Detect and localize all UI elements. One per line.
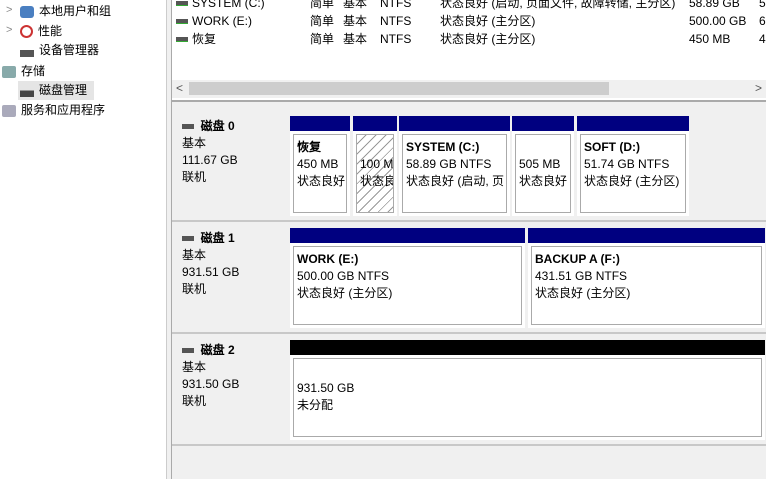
disk-name: 磁盘 0 xyxy=(200,119,235,133)
tree-item-device-manager[interactable]: 设备管理器 xyxy=(20,41,99,60)
partition[interactable]: BACKUP A (F:) 431.51 GB NTFS 状态良好 (主分区) xyxy=(528,228,765,328)
chevron-right-icon[interactable]: > xyxy=(6,4,12,16)
users-icon xyxy=(20,5,34,18)
disk-row: 磁盘 1 基本 931.51 GB 联机 WORK (E:) 500.00 GB… xyxy=(172,222,766,334)
partition[interactable]: SOFT (D:) 51.74 GB NTFS 状态良好 (主分区) xyxy=(577,116,689,216)
disk-icon xyxy=(182,124,194,130)
disk-graphical-view: 磁盘 0 基本 111.67 GB 联机 恢复 450 MB 状态良好 100 … xyxy=(172,100,766,479)
partition-header xyxy=(577,116,689,131)
partition-body: BACKUP A (F:) 431.51 GB NTFS 状态良好 (主分区) xyxy=(531,246,762,325)
partition-size: 58.89 GB NTFS xyxy=(406,157,492,171)
table-row[interactable]: SYSTEM (C:) 简单 基本 NTFS 状态良好 (启动, 页面文件, 故… xyxy=(172,0,766,12)
partition-status: 状态良好 (主分区) xyxy=(297,286,393,300)
partition-size: 505 MB xyxy=(519,157,561,171)
partition[interactable]: 100 MB 状态良好 xyxy=(353,116,397,216)
table-row[interactable]: WORK (E:) 简单 基本 NTFS 状态良好 (主分区) 500.00 G… xyxy=(172,12,766,30)
partition-body: 100 MB 状态良好 xyxy=(356,134,394,213)
partition-title: SOFT (D:) xyxy=(584,140,640,154)
drive-icon xyxy=(176,37,188,43)
partition-header xyxy=(512,116,574,131)
tree-item-performance[interactable]: 性能 xyxy=(20,22,62,41)
partition-body: 931.50 GB 未分配 xyxy=(293,358,762,437)
disk-size: 111.67 GB xyxy=(182,153,238,167)
performance-icon xyxy=(20,25,33,39)
partition-status: 状态良好 xyxy=(297,174,346,188)
tree-item-disk-management[interactable]: 磁盘管理 xyxy=(18,81,94,100)
disk-type: 基本 xyxy=(182,136,207,150)
partition-status: 状态良好 xyxy=(360,174,393,188)
partition-title xyxy=(297,363,758,380)
partition-body: SOFT (D:) 51.74 GB NTFS 状态良好 (主分区) xyxy=(580,134,686,213)
disk-label[interactable]: 磁盘 2 基本 931.50 GB 联机 xyxy=(182,342,239,410)
partition-header xyxy=(353,116,397,131)
partition-body: 505 MB 状态良好 xyxy=(515,134,571,213)
disk-icon xyxy=(182,348,194,354)
disk-type: 基本 xyxy=(182,360,207,374)
scrollbar-thumb[interactable] xyxy=(189,82,609,95)
device-manager-icon xyxy=(20,44,34,57)
partition-title: SYSTEM (C:) xyxy=(406,140,480,154)
drive-icon xyxy=(176,19,188,25)
partition-status: 状态良好 (主分区) xyxy=(535,286,631,300)
disk-row: 磁盘 0 基本 111.67 GB 联机 恢复 450 MB 状态良好 100 … xyxy=(172,110,766,222)
partition-header xyxy=(290,340,765,355)
partition-header xyxy=(528,228,765,243)
disk-label[interactable]: 磁盘 1 基本 931.51 GB 联机 xyxy=(182,230,239,298)
disk-icon xyxy=(182,236,194,242)
disk-type: 基本 xyxy=(182,248,207,262)
chevron-right-icon[interactable]: > xyxy=(6,24,12,36)
horizontal-scrollbar[interactable]: < > xyxy=(172,80,766,98)
navigation-tree: > 本地用户和组 > 性能 设备管理器 存储 磁盘管理 服务和应用程序 xyxy=(0,0,166,479)
scroll-right-button[interactable]: > xyxy=(755,81,762,95)
disk-size: 931.51 GB xyxy=(182,265,240,279)
partition[interactable]: SYSTEM (C:) 58.89 GB NTFS 状态良好 (启动, 页 xyxy=(399,116,510,216)
partition-status: 未分配 xyxy=(297,398,334,412)
disk-state: 联机 xyxy=(182,170,207,184)
table-row[interactable]: 恢复 简单 基本 NTFS 状态良好 (主分区) 450 MB 4 xyxy=(172,30,766,48)
storage-icon xyxy=(2,65,16,78)
partition-size: 51.74 GB NTFS xyxy=(584,157,670,171)
partition-body: WORK (E:) 500.00 GB NTFS 状态良好 (主分区) xyxy=(293,246,522,325)
partition-size: 500.00 GB NTFS xyxy=(297,269,390,283)
tree-item-storage[interactable]: 存储 xyxy=(2,62,45,81)
partition-status: 状态良好 xyxy=(519,174,568,188)
partition-title: BACKUP A (F:) xyxy=(535,252,620,266)
services-icon xyxy=(2,104,16,117)
partition[interactable]: WORK (E:) 500.00 GB NTFS 状态良好 (主分区) xyxy=(290,228,525,328)
partition-header xyxy=(399,116,510,131)
partition-header xyxy=(290,116,350,131)
partition-size: 431.51 GB NTFS xyxy=(535,269,628,283)
partition-title: WORK (E:) xyxy=(297,252,359,266)
partition-size: 450 MB xyxy=(297,157,339,171)
disk-label[interactable]: 磁盘 0 基本 111.67 GB 联机 xyxy=(182,118,238,186)
disk-state: 联机 xyxy=(182,394,207,408)
disk-icon xyxy=(20,84,34,97)
partition[interactable]: 505 MB 状态良好 xyxy=(512,116,574,216)
partition-body: 恢复 450 MB 状态良好 xyxy=(293,134,347,213)
partition-title: 恢复 xyxy=(297,140,322,154)
disk-row: 磁盘 2 基本 931.50 GB 联机 931.50 GB 未分配 xyxy=(172,334,766,446)
disk-state: 联机 xyxy=(182,282,207,296)
scroll-left-button[interactable]: < xyxy=(176,81,183,95)
partition-size: 931.50 GB xyxy=(297,381,355,395)
partition-status: 状态良好 (启动, 页 xyxy=(406,174,504,188)
partition[interactable]: 931.50 GB 未分配 xyxy=(290,340,765,440)
partition[interactable]: 恢复 450 MB 状态良好 xyxy=(290,116,350,216)
partition-size: 100 MB xyxy=(360,157,394,171)
tree-item-local-users[interactable]: 本地用户和组 xyxy=(20,2,111,21)
tree-item-services[interactable]: 服务和应用程序 xyxy=(2,101,105,120)
drive-icon xyxy=(176,1,188,7)
disk-name: 磁盘 2 xyxy=(200,343,235,357)
partition-title xyxy=(519,139,567,156)
partition-status: 状态良好 (主分区) xyxy=(584,174,680,188)
partition-body: SYSTEM (C:) 58.89 GB NTFS 状态良好 (启动, 页 xyxy=(402,134,507,213)
partition-header xyxy=(290,228,525,243)
partition-title xyxy=(360,139,390,156)
disk-size: 931.50 GB xyxy=(182,377,240,391)
disk-name: 磁盘 1 xyxy=(200,231,235,245)
